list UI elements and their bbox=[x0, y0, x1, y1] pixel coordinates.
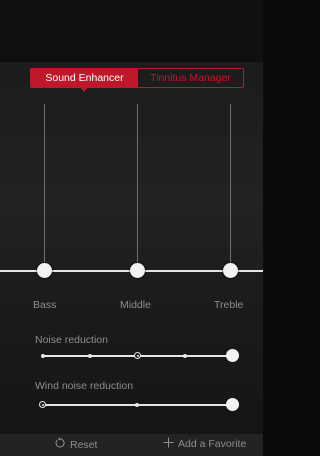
middle-slider-thumb[interactable] bbox=[130, 263, 145, 278]
treble-slider-thumb[interactable] bbox=[223, 263, 238, 278]
tab-tinnitus-manager[interactable]: Tinnitus Manager bbox=[138, 69, 243, 87]
bass-label: Bass bbox=[33, 299, 57, 311]
reset-icon bbox=[54, 437, 66, 452]
top-bar bbox=[0, 0, 263, 62]
noise-reduction-current-step[interactable] bbox=[134, 352, 141, 359]
noise-step-4[interactable] bbox=[183, 354, 187, 358]
wind-noise-reduction-thumb[interactable] bbox=[226, 398, 239, 411]
reset-button[interactable]: Reset bbox=[54, 437, 97, 452]
reset-label: Reset bbox=[70, 438, 98, 451]
treble-label: Treble bbox=[214, 299, 244, 311]
wind-step-2[interactable] bbox=[135, 403, 139, 407]
tab-sound-enhancer[interactable]: Sound Enhancer bbox=[31, 69, 138, 87]
treble-slider-track[interactable] bbox=[230, 104, 231, 270]
bass-slider-thumb[interactable] bbox=[37, 263, 52, 278]
wind-noise-reduction-label: Wind noise reduction bbox=[35, 380, 134, 392]
noise-step-2[interactable] bbox=[88, 354, 92, 358]
sound-panel bbox=[0, 62, 263, 434]
add-favorite-button[interactable]: Add a Favorite bbox=[163, 437, 246, 451]
noise-reduction-thumb[interactable] bbox=[226, 349, 239, 362]
mode-segmented-control: Sound Enhancer Tinnitus Manager bbox=[30, 68, 244, 88]
noise-reduction-label: Noise reduction bbox=[35, 334, 108, 346]
plus-icon bbox=[163, 437, 174, 451]
add-favorite-label: Add a Favorite bbox=[178, 438, 247, 450]
middle-label: Middle bbox=[120, 299, 151, 311]
wind-noise-current-step[interactable] bbox=[39, 401, 46, 408]
bass-slider-track[interactable] bbox=[44, 104, 45, 270]
active-tab-indicator bbox=[80, 87, 88, 92]
bottom-toolbar: Reset Add a Favorite bbox=[0, 434, 263, 456]
middle-slider-track[interactable] bbox=[137, 104, 138, 270]
noise-step-1[interactable] bbox=[41, 354, 45, 358]
